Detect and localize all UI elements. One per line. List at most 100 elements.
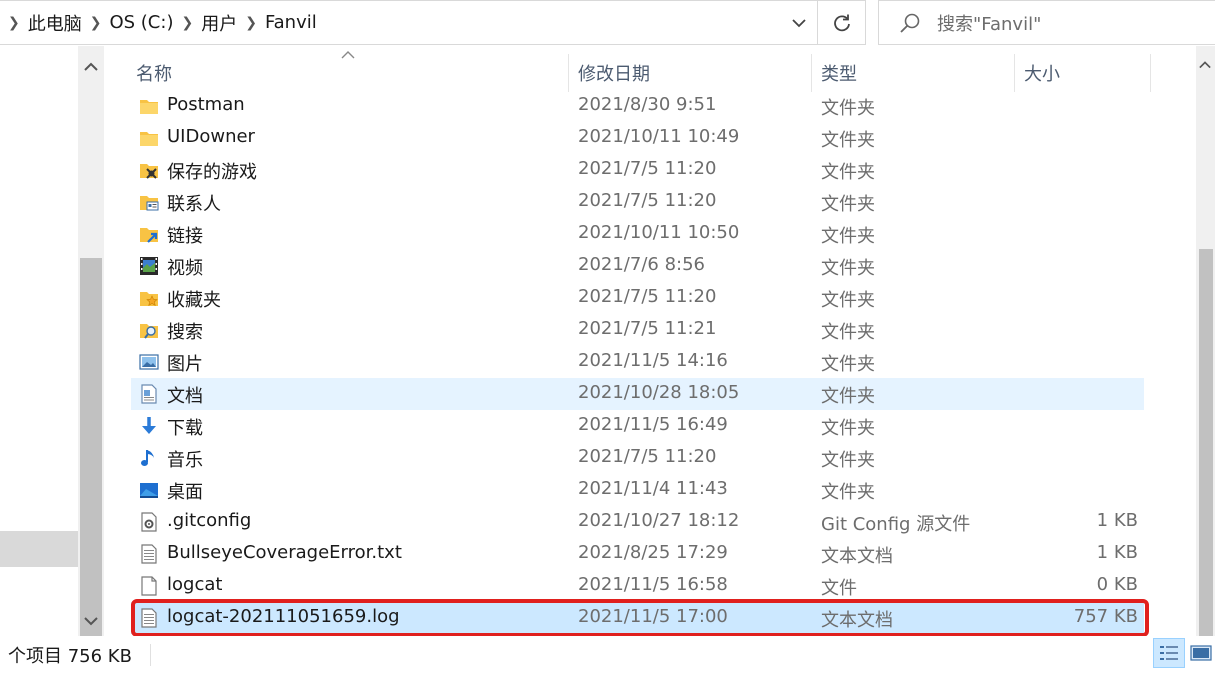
file-name[interactable]: 音乐	[167, 446, 203, 472]
file-row[interactable]: 链接 2021/10/11 10:50 文件夹	[131, 218, 1144, 250]
file-row[interactable]: logcat 2021/11/5 16:58 文件 0 KB	[131, 570, 1144, 602]
file-type: 文件夹	[821, 450, 875, 471]
file-name[interactable]: .gitconfig	[167, 510, 251, 531]
file-date-modified: 2021/10/11 10:49	[578, 126, 740, 147]
navigation-pane[interactable]	[0, 46, 78, 636]
column-header-row: 名称 修改日期 类型 大小	[104, 46, 1180, 92]
search-input[interactable]: 搜索"Fanvil"	[937, 10, 1041, 36]
file-type: 文件夹	[821, 354, 875, 375]
file-type: 文件夹	[821, 130, 875, 151]
file-row[interactable]: 搜索 2021/7/5 11:21 文件夹	[131, 314, 1144, 346]
file-name[interactable]: Postman	[167, 94, 245, 115]
annotation-highlight-box	[131, 599, 1149, 637]
file-name[interactable]: 联系人	[167, 190, 221, 216]
downloads-icon	[142, 417, 156, 434]
large-icons-view-button[interactable]	[1187, 638, 1215, 668]
breadcrumb-users[interactable]: 用户	[201, 10, 237, 36]
file-name[interactable]: logcat	[167, 574, 222, 595]
file-row[interactable]: 视频 2021/7/6 8:56 文件夹	[131, 250, 1144, 282]
file-date-modified: 2021/7/5 11:20	[578, 446, 717, 467]
scroll-down-arrow[interactable]	[78, 606, 104, 636]
file-row[interactable]: .gitconfig 2021/10/27 18:12 Git Config 源文件…	[131, 506, 1144, 538]
nav-scrollbar[interactable]	[78, 46, 104, 638]
file-size: 0 KB	[1096, 574, 1138, 595]
file-type: 文件夹	[821, 258, 875, 279]
file-name[interactable]: 桌面	[167, 478, 203, 504]
file-type: 文件夹	[821, 98, 875, 119]
file-row[interactable]: 桌面 2021/11/4 11:43 文件夹	[131, 474, 1144, 506]
file-row[interactable]: 图片 2021/11/5 14:16 文件夹	[131, 346, 1144, 378]
chevron-right-icon[interactable]: ❯	[237, 15, 265, 31]
file-type: 文件夹	[821, 386, 875, 407]
breadcrumb-drive[interactable]: OS (C:)	[109, 12, 173, 33]
refresh-button[interactable]	[818, 0, 866, 45]
breadcrumb-this-pc[interactable]: 此电脑	[28, 10, 82, 36]
search-box[interactable]: 搜索"Fanvil"	[878, 0, 1215, 45]
file-type: 文件夹	[821, 226, 875, 247]
file-name[interactable]: BullseyeCoverageError.txt	[167, 542, 402, 563]
file-row[interactable]: 音乐 2021/7/5 11:20 文件夹	[131, 442, 1144, 474]
file-date-modified: 2021/7/5 11:20	[578, 190, 717, 211]
file-list[interactable]: 名称 修改日期 类型 大小 Postman 2021/8/30 9:51 文件夹 UI…	[104, 46, 1180, 636]
file-type: 文件夹	[821, 194, 875, 215]
file-name[interactable]: 收藏夹	[167, 286, 221, 312]
file-size: 1 KB	[1096, 510, 1138, 531]
file-name[interactable]: 图片	[167, 350, 203, 376]
file-date-modified: 2021/10/27 18:12	[578, 510, 740, 531]
file-row[interactable]: Postman 2021/8/30 9:51 文件夹	[131, 90, 1144, 122]
scroll-up-arrow[interactable]	[1192, 50, 1215, 80]
nav-scrollbar-thumb[interactable]	[80, 258, 102, 638]
file-row[interactable]: UIDowner 2021/10/11 10:49 文件夹	[131, 122, 1144, 154]
file-type: Git Config 源文件	[821, 514, 971, 535]
file-date-modified: 2021/10/11 10:50	[578, 222, 740, 243]
file-name[interactable]: 视频	[167, 254, 203, 280]
chevron-right-icon[interactable]: ❯	[82, 15, 110, 31]
address-bar[interactable]: ❯ 此电脑 ❯ OS (C:) ❯ 用户 ❯ Fanvil	[0, 0, 818, 45]
file-date-modified: 2021/10/28 18:05	[578, 382, 740, 403]
file-size: 1 KB	[1096, 542, 1138, 563]
pictures-icon	[139, 354, 159, 370]
chevron-right-icon[interactable]: ❯	[173, 15, 201, 31]
column-divider[interactable]	[568, 54, 569, 92]
searches-icon	[140, 324, 158, 339]
desktop-icon	[140, 483, 158, 498]
file-row[interactable]: 下载 2021/11/5 16:49 文件夹	[131, 410, 1144, 442]
file-type: 文件夹	[821, 162, 875, 183]
file-date-modified: 2021/7/6 8:56	[578, 254, 705, 275]
status-bar: 个项目 756 KB	[0, 636, 1215, 675]
file-row[interactable]: BullseyeCoverageError.txt 2021/8/25 17:29…	[131, 538, 1144, 570]
column-divider[interactable]	[1150, 54, 1151, 92]
file-name[interactable]: 下载	[167, 414, 203, 440]
file-name[interactable]: 文档	[167, 382, 203, 408]
file-row[interactable]: 保存的游戏 2021/7/5 11:20 文件夹	[131, 154, 1144, 186]
scroll-up-arrow[interactable]	[78, 52, 104, 82]
details-view-button[interactable]	[1153, 638, 1185, 668]
column-header-type[interactable]: 类型	[821, 60, 857, 86]
file-list-scrollbar[interactable]	[1196, 46, 1215, 651]
folder-icon	[140, 100, 158, 114]
column-header-size[interactable]: 大小	[1024, 60, 1060, 86]
blank-file-icon	[141, 576, 157, 596]
chevron-right-icon[interactable]: ❯	[0, 15, 28, 31]
file-row[interactable]: 联系人 2021/7/5 11:20 文件夹	[131, 186, 1144, 218]
file-name[interactable]: 搜索	[167, 318, 203, 344]
file-name[interactable]: UIDowner	[167, 126, 255, 147]
column-header-name[interactable]: 名称	[136, 60, 172, 86]
contacts-icon	[140, 196, 159, 211]
text-file-icon	[141, 544, 157, 564]
file-date-modified: 2021/11/5 16:49	[578, 414, 728, 435]
sort-ascending-icon	[341, 51, 355, 59]
file-list-scrollbar-thumb[interactable]	[1199, 249, 1213, 651]
file-date-modified: 2021/7/5 11:20	[578, 286, 717, 307]
file-name[interactable]: 保存的游戏	[167, 158, 257, 184]
file-date-modified: 2021/8/25 17:29	[578, 542, 728, 563]
file-row[interactable]: 文档 2021/10/28 18:05 文件夹	[131, 378, 1144, 410]
column-divider[interactable]	[811, 54, 812, 92]
breadcrumb-fanvil[interactable]: Fanvil	[265, 12, 317, 33]
nav-selected-item[interactable]	[0, 531, 78, 567]
column-header-date[interactable]: 修改日期	[578, 60, 650, 86]
chevron-down-icon[interactable]	[791, 13, 807, 33]
column-divider[interactable]	[1014, 54, 1015, 92]
file-name[interactable]: 链接	[167, 222, 203, 248]
file-row[interactable]: 收藏夹 2021/7/5 11:20 文件夹	[131, 282, 1144, 314]
